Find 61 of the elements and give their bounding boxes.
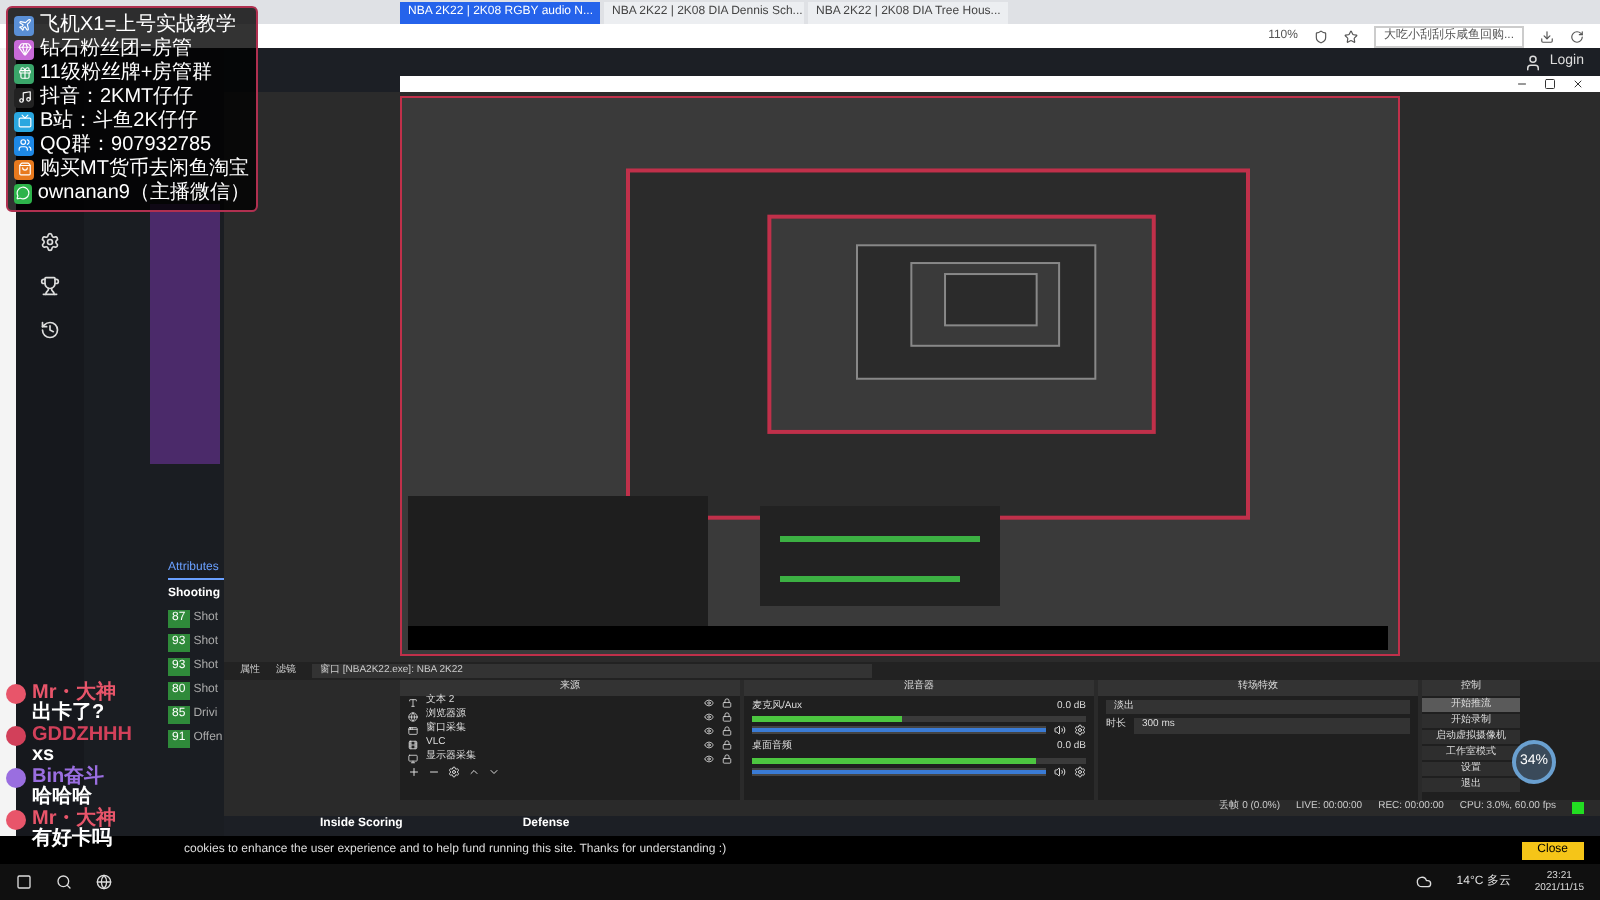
- chat-message: 出卡了?: [32, 704, 107, 724]
- overlay-text: ownanan9（主播微信）: [37, 182, 250, 204]
- source-type-icon: [408, 697, 418, 707]
- source-type-icon: [408, 753, 418, 763]
- maximize-icon[interactable]: [1544, 78, 1556, 90]
- settings-icon[interactable]: [40, 232, 60, 252]
- overlay-text: 飞机X1=上号实战教学: [40, 14, 237, 36]
- settings-icon[interactable]: [1074, 765, 1086, 777]
- remove-icon[interactable]: [428, 765, 440, 777]
- overlay-line-icon: [14, 111, 34, 131]
- minimize-icon[interactable]: [1516, 78, 1528, 90]
- source-type-icon: [408, 711, 418, 721]
- chat-username: GDDZHHH: [32, 726, 132, 746]
- settings-icon[interactable]: [448, 765, 460, 777]
- overlay-line-icon: [14, 39, 34, 59]
- start-icon[interactable]: [16, 874, 32, 890]
- eye-icon[interactable]: [704, 697, 714, 707]
- overlay-text: QQ群：907932785: [40, 134, 212, 156]
- eye-icon[interactable]: [704, 711, 714, 721]
- lock-icon[interactable]: [722, 697, 732, 707]
- chat-message: xs: [32, 746, 57, 766]
- star-icon[interactable]: [1343, 29, 1358, 43]
- browser-icon[interactable]: [96, 874, 112, 890]
- trophy-icon[interactable]: [40, 276, 60, 296]
- down-icon[interactable]: [488, 765, 500, 777]
- overlay-line-icon: [14, 15, 34, 35]
- chat-message: 有好卡吗: [32, 830, 114, 850]
- lock-icon[interactable]: [722, 725, 732, 735]
- lock-icon[interactable]: [722, 739, 732, 749]
- add-icon[interactable]: [408, 765, 420, 777]
- overlay-text: 钻石粉丝团=房管: [40, 38, 192, 60]
- speaker-icon[interactable]: [1054, 724, 1066, 736]
- weather-icon[interactable]: [1416, 874, 1433, 890]
- history-icon[interactable]: [40, 320, 60, 340]
- eye-icon[interactable]: [704, 725, 714, 735]
- reload-icon[interactable]: [1570, 29, 1584, 43]
- shield-icon[interactable]: [1313, 29, 1328, 43]
- source-type-icon: [408, 739, 418, 749]
- lock-icon[interactable]: [722, 753, 732, 763]
- chat-username: Bin奋斗: [32, 768, 105, 788]
- speaker-icon[interactable]: [1054, 765, 1066, 777]
- overlay-text: 11级粉丝牌+房管群: [40, 62, 213, 84]
- search-icon[interactable]: [56, 874, 72, 890]
- overlay-line-icon: [14, 159, 34, 179]
- eye-icon[interactable]: [704, 753, 714, 763]
- source-type-icon: [408, 725, 418, 735]
- status-indicator: [1572, 802, 1584, 814]
- settings-icon[interactable]: [1074, 724, 1086, 736]
- chat-message: 哈哈哈: [32, 788, 92, 808]
- chat-username: Mr・大神: [32, 684, 117, 704]
- overlay-text: 购买MT货币去闲鱼淘宝: [40, 158, 249, 180]
- overlay-line-icon: [14, 183, 32, 203]
- download-icon[interactable]: [1540, 29, 1554, 43]
- chat-username: Mr・大神: [32, 810, 117, 830]
- lock-icon[interactable]: [722, 711, 732, 721]
- overlay-text: B站：斗鱼2K仔仔: [40, 110, 198, 132]
- user-icon[interactable]: [1523, 53, 1542, 71]
- eye-icon[interactable]: [704, 739, 714, 749]
- overlay-text: 抖音：2KMT仔仔: [40, 86, 194, 108]
- close-icon[interactable]: [1572, 78, 1584, 90]
- up-icon[interactable]: [468, 765, 480, 777]
